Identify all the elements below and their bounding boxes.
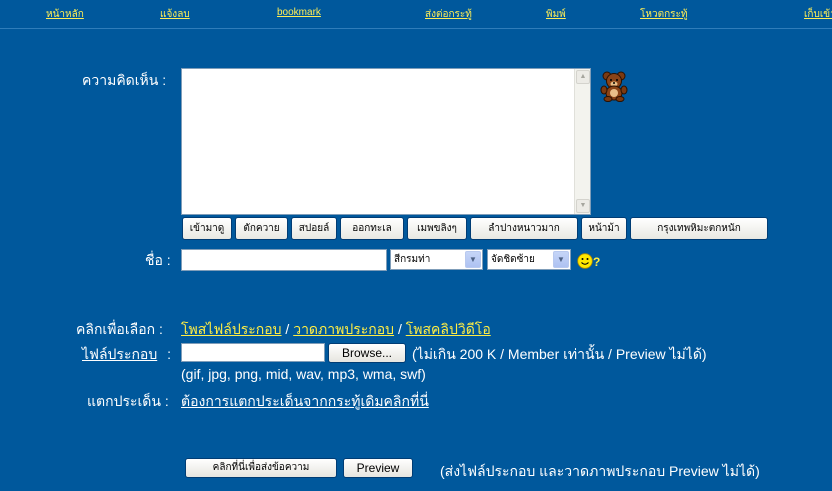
comment-scrollbar[interactable]: ▲ ▼ [574,69,590,214]
comment-textarea[interactable]: ▲ ▼ [181,68,591,215]
post-video-link[interactable]: โพสคลิปวิดีโอ [406,321,491,337]
nav-home-link[interactable]: หน้าหลัก [46,7,84,22]
align-select-value: จัดชิดซ้าย [491,254,535,265]
scroll-up-icon[interactable]: ▲ [576,70,590,84]
nav-save-link[interactable]: เก็บเข้า [804,7,832,22]
emoticon-button-7[interactable]: หน้าม้า [581,217,627,240]
post-file-link[interactable]: โพสไฟล์ประกอบ [181,321,282,337]
align-select[interactable]: จัดชิดซ้าย ▼ [487,249,571,270]
name-input[interactable] [181,249,387,271]
separator: / [397,321,402,337]
nav-print-link[interactable]: พิมพ์ [546,7,566,22]
color-select[interactable]: สีกรมท่า ▼ [390,249,483,270]
scroll-down-icon[interactable]: ▼ [576,199,590,213]
nav-bookmark-link[interactable]: bookmark [277,7,321,18]
attach-links: โพสไฟล์ประกอบ / วาดภาพประกอบ / โพสคลิปวิ… [181,319,491,341]
chevron-down-icon[interactable]: ▼ [553,251,569,268]
chevron-down-icon[interactable]: ▼ [465,251,481,268]
preview-note: (ส่งไฟล์ประกอบ และวาดภาพประกอบ Preview ไ… [440,463,760,479]
comment-label: ความคิดเห็น : [82,72,167,88]
file-label[interactable]: ไฟล์ประกอบ [82,346,157,362]
emoticon-button-5[interactable]: เมพขลิงๆ [407,217,467,240]
teddy-bear-icon[interactable] [598,70,630,102]
file-label-row: ไฟล์ประกอบ : [82,344,171,366]
emoticon-button-3[interactable]: สปอยล์ [291,217,337,240]
smiley-icon[interactable] [577,253,593,269]
help-question-icon[interactable]: ? [593,255,600,269]
file-types: (gif, jpg, png, mid, wav, mp3, wma, swf) [181,366,426,382]
attach-label: คลิกเพื่อเลือก : [76,321,163,337]
browse-button[interactable]: Browse... [328,343,406,363]
file-note: (ไม่เกิน 200 K / Member เท่านั้น / Previ… [412,346,707,362]
branch-topic-link[interactable]: ต้องการแตกประเด็นจากกระทู้เดิมคลิกที่นี่ [181,391,429,413]
emoticon-button-6[interactable]: ลำปางหนาวมาก [470,217,578,240]
nav-report-link[interactable]: แจ้งลบ [160,7,190,22]
file-colon: : [167,346,172,362]
branch-label: แตกประเด็น : [87,393,169,409]
draw-picture-link[interactable]: วาดภาพประกอบ [293,321,394,337]
emoticon-button-1[interactable]: เข้ามาดู [182,217,232,240]
emoticon-button-4[interactable]: ออกทะเล [340,217,404,240]
color-select-value: สีกรมท่า [394,254,431,265]
name-label: ชื่อ : [145,252,171,268]
file-path-input[interactable] [181,343,325,362]
nav-forward-link[interactable]: ส่งต่อกระทู้ [425,7,472,22]
preview-button[interactable]: Preview [343,458,413,478]
emoticon-button-8[interactable]: กรุงเทพหิมะตกหนัก [630,217,768,240]
submit-button[interactable]: คลิกที่นี่เพื่อส่งข้อความ [185,458,337,478]
nav-vote-link[interactable]: โหวตกระทู้ [640,7,687,22]
top-nav: หน้าหลัก แจ้งลบ bookmark ส่งต่อกระทู้ พิ… [0,0,832,29]
separator: / [285,321,290,337]
emoticon-button-2[interactable]: ตักควาย [235,217,288,240]
